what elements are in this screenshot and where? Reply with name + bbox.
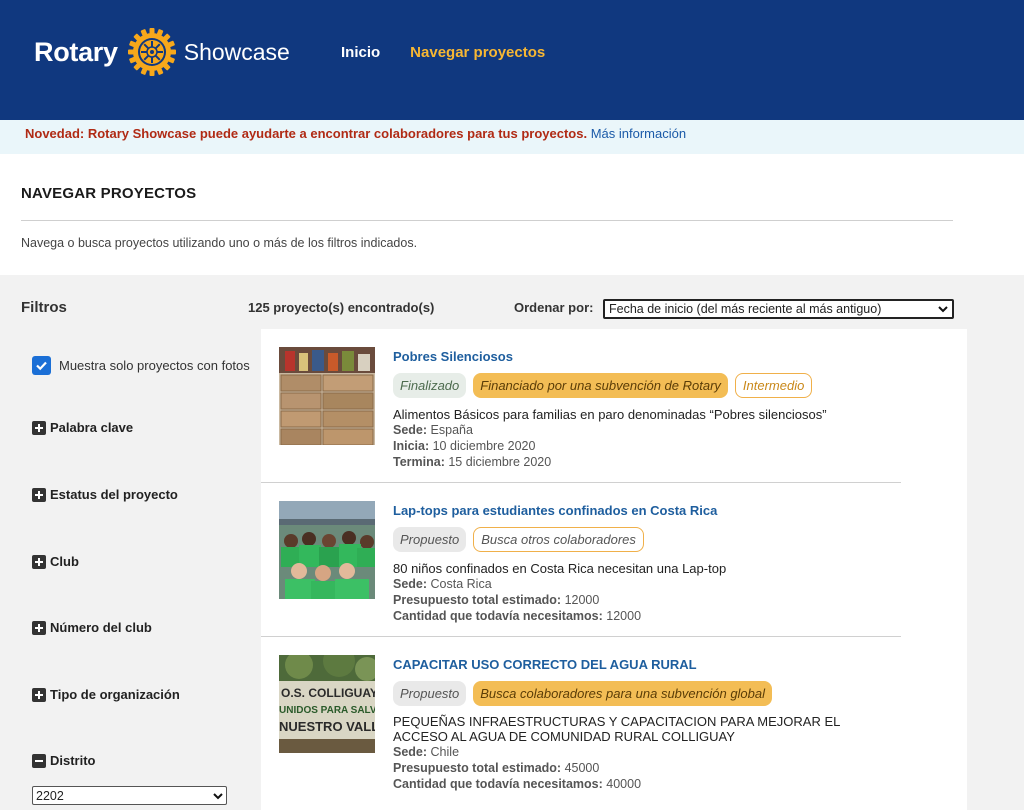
project-meta: Sede: Chile Presupuesto total estimado: … xyxy=(393,744,641,792)
photos-only-label: Muestra solo proyectos con fotos xyxy=(59,358,250,373)
project-card: Pobres Silenciosos Finalizado Financiado… xyxy=(261,329,901,483)
meta-row: Termina: 15 diciembre 2020 xyxy=(393,455,552,469)
filter-panel: Muestra solo proyectos con fotos Palabra… xyxy=(21,329,261,810)
project-thumbnail[interactable] xyxy=(279,501,375,599)
level-badge: Intermedio xyxy=(734,373,813,398)
more-info-link[interactable]: Más información xyxy=(591,126,686,141)
plus-icon xyxy=(32,420,46,435)
status-badge: Finalizado xyxy=(393,373,467,398)
photos-only-checkbox[interactable] xyxy=(32,356,51,375)
logo-showcase-text: Showcase xyxy=(183,38,290,65)
project-tags: Propuesto Busca colaboradores para una s… xyxy=(393,681,773,706)
plus-icon xyxy=(32,487,46,502)
main-nav: Inicio Navegar proyectos xyxy=(341,44,545,61)
filter-club-number[interactable]: Número del club xyxy=(32,620,152,635)
water-project-sign-photo: O.S. COLLIGUAY UNIDOS PARA SALVA NUESTRO… xyxy=(279,655,375,753)
rotary-showcase-logo[interactable]: Rotary Showcase xyxy=(34,26,290,78)
svg-text:UNIDOS PARA SALVA: UNIDOS PARA SALVA xyxy=(279,705,375,716)
meta-row: Presupuesto total estimado: 12000 xyxy=(393,593,600,607)
funding-badge: Financiado por una subvención de Rotary xyxy=(473,373,728,398)
logo-rotary-text: Rotary xyxy=(34,36,118,67)
district-selected-value: 2202 xyxy=(36,788,64,803)
filter-project-status-label: Estatus del proyecto xyxy=(50,487,178,502)
food-boxes-photo xyxy=(279,347,375,445)
nav-browse-projects-link[interactable]: Navegar proyectos xyxy=(410,44,545,61)
global-grant-badge: Busca colaboradores para una subvención … xyxy=(473,681,773,706)
meta-row: Presupuesto total estimado: 45000 xyxy=(393,761,600,775)
sort-selected-value: Fecha de inicio (del más reciente al más… xyxy=(609,302,882,316)
status-badge: Propuesto xyxy=(393,681,467,706)
minus-icon xyxy=(32,753,46,768)
announcement-bar: Novedad: Rotary Showcase puede ayudarte … xyxy=(0,120,1024,154)
filters-heading: Filtros xyxy=(21,299,67,316)
filter-club-label: Club xyxy=(50,554,79,569)
filter-keyword-label: Palabra clave xyxy=(50,420,134,435)
filter-district-label: Distrito xyxy=(50,753,96,768)
meta-row: Cantidad que todavía necesitamos: 12000 xyxy=(393,609,642,623)
filter-organization-type[interactable]: Tipo de organización xyxy=(32,687,180,702)
meta-row: Sede: Costa Rica xyxy=(393,577,492,591)
filter-district[interactable]: Distrito xyxy=(32,753,96,768)
site-header: Rotary Showcase Inicio Navegar proyectos xyxy=(0,0,1024,120)
project-description: 80 niños confinados en Costa Rica necesi… xyxy=(393,561,727,576)
filter-club[interactable]: Club xyxy=(32,554,79,569)
project-meta: Sede: España Inicia: 10 diciembre 2020 T… xyxy=(393,422,551,470)
sort-label: Ordenar por: xyxy=(514,300,594,315)
project-description: Alimentos Básicos para familias en paro … xyxy=(393,407,827,422)
project-card: Lap-tops para estudiantes confinados en … xyxy=(261,483,901,637)
results-count: 125 proyecto(s) encontrado(s) xyxy=(248,300,435,315)
project-card: O.S. COLLIGUAY UNIDOS PARA SALVA NUESTRO… xyxy=(261,637,901,810)
page-description: Navega o busca proyectos utilizando uno … xyxy=(21,236,418,250)
announcement-text: Novedad: Rotary Showcase puede ayudarte … xyxy=(25,126,588,141)
filter-keyword[interactable]: Palabra clave xyxy=(32,420,133,435)
project-description: PEQUEÑAS INFRAESTRUCTURAS Y CAPACITACION… xyxy=(393,714,840,744)
rotary-wheel-icon xyxy=(127,28,176,76)
plus-icon xyxy=(32,687,46,702)
nav-home-link[interactable]: Inicio xyxy=(341,44,380,61)
filter-club-number-label: Número del club xyxy=(50,620,152,635)
project-list: Pobres Silenciosos Finalizado Financiado… xyxy=(261,329,967,810)
meta-row: Inicia: 10 diciembre 2020 xyxy=(393,439,536,453)
students-photo xyxy=(279,501,375,599)
checkmark-icon xyxy=(36,361,47,371)
svg-text:NUESTRO VALLE: NUESTRO VALLE xyxy=(279,719,375,734)
sort-select[interactable]: Fecha de inicio (del más reciente al más… xyxy=(603,299,954,319)
photos-only-filter[interactable]: Muestra solo proyectos con fotos xyxy=(32,356,250,375)
project-meta: Sede: Costa Rica Presupuesto total estim… xyxy=(393,576,641,624)
project-thumbnail[interactable]: O.S. COLLIGUAY UNIDOS PARA SALVA NUESTRO… xyxy=(279,655,375,753)
project-title-link[interactable]: Pobres Silenciosos xyxy=(393,349,513,364)
plus-icon xyxy=(32,620,46,635)
meta-row: Sede: España xyxy=(393,423,473,437)
chevron-down-icon xyxy=(213,792,223,799)
title-divider xyxy=(21,220,953,221)
plus-icon xyxy=(32,554,46,569)
project-title-link[interactable]: Lap-tops para estudiantes confinados en … xyxy=(393,503,717,518)
chevron-down-icon xyxy=(938,306,948,313)
collaborators-badge: Busca otros colaboradores xyxy=(473,527,644,552)
filter-project-status[interactable]: Estatus del proyecto xyxy=(32,487,178,502)
project-tags: Finalizado Financiado por una subvención… xyxy=(393,373,813,398)
district-select[interactable]: 2202 xyxy=(32,786,227,805)
page-title: NAVEGAR PROYECTOS xyxy=(21,185,197,202)
project-tags: Propuesto Busca otros colaboradores xyxy=(393,527,644,552)
project-thumbnail[interactable] xyxy=(279,347,375,445)
meta-row: Cantidad que todavía necesitamos: 40000 xyxy=(393,777,642,791)
filter-organization-type-label: Tipo de organización xyxy=(50,687,180,702)
status-badge: Propuesto xyxy=(393,527,467,552)
meta-row: Sede: Chile xyxy=(393,745,460,759)
svg-text:O.S. COLLIGUAY: O.S. COLLIGUAY xyxy=(281,686,375,700)
project-title-link[interactable]: CAPACITAR USO CORRECTO DEL AGUA RURAL xyxy=(393,657,697,672)
